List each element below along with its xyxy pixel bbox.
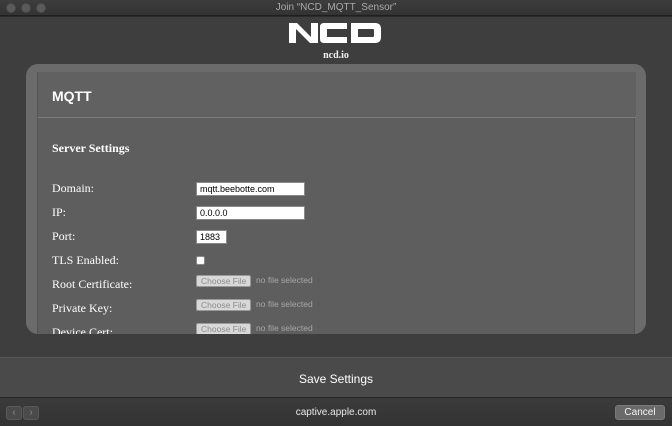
private-key-choose-file-button[interactable]: Choose File [196,299,252,311]
root-cert-label: Root Certificate: [52,277,133,291]
cancel-button[interactable]: Cancel [615,405,665,420]
card-header: MQTT [38,72,636,118]
ip-input[interactable] [196,206,305,220]
domain-input[interactable] [196,182,305,196]
domain-label: Domain: [52,181,94,195]
root-cert-choose-file-button[interactable]: Choose File [196,275,252,287]
window-title: Join “NCD_MQTT_Sensor” [275,2,397,13]
ip-label: IP: [52,205,67,219]
root-cert-file-status: no file selected [256,275,313,285]
main-content: ncd.io MQTT Server Settings Domain: IP: … [0,17,672,357]
tls-label: TLS Enabled: [52,253,119,267]
port-label: Port: [52,229,76,243]
save-bar: Save Settings [0,357,672,397]
device-cert-choose-file-button[interactable]: Choose File [196,323,252,334]
private-key-label: Private Key: [52,301,113,315]
browser-bottom-bar: ‹ › captive.apple.com Cancel [0,397,672,426]
logo-subtitle: ncd.io [323,50,349,61]
section-title: Server Settings [52,141,130,155]
device-cert-label: Device Cert: [52,325,113,334]
url-label: captive.apple.com [295,407,377,418]
tls-checkbox[interactable] [196,256,205,265]
private-key-file-status: no file selected [256,299,313,309]
device-cert-file-status: no file selected [256,323,313,333]
port-input[interactable] [196,230,227,244]
save-settings-button[interactable]: Save Settings [0,372,672,386]
window-titlebar: Join “NCD_MQTT_Sensor” [0,0,672,16]
ncd-logo [289,23,381,43]
card-title: MQTT [52,88,92,104]
mqtt-card: MQTT Server Settings Domain: IP: Port: T… [37,72,636,334]
settings-panel: MQTT Server Settings Domain: IP: Port: T… [26,64,646,334]
